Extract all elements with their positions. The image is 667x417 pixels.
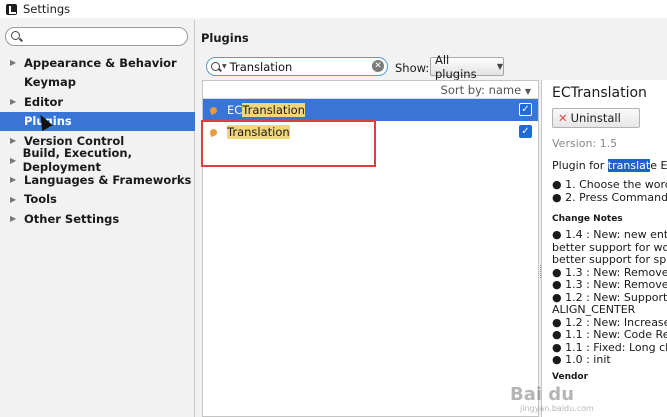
sort-by-label: Sort by: name: [440, 83, 522, 97]
highlight-annotation-box: [201, 120, 376, 167]
settings-tree: ▶ Appearance & Behavior Keymap ▶ Editor …: [0, 53, 195, 229]
expand-arrow-icon[interactable]: ▶: [10, 58, 24, 67]
plugin-detail-title: ECTranslation: [552, 85, 647, 101]
list-item: ALIGN_CENTER: [552, 303, 636, 316]
chevron-down-icon: ▼: [524, 87, 531, 96]
list-item: ● 1.3 : New: Remove me: [552, 278, 667, 291]
sidebar-item-tools[interactable]: ▶ Tools: [0, 190, 195, 210]
expand-arrow-icon[interactable]: ▶: [10, 175, 24, 184]
sidebar-item-appearance-behavior[interactable]: ▶ Appearance & Behavior: [0, 53, 195, 73]
show-label: Show:: [395, 61, 430, 75]
plugin-version: Version: 1.5: [552, 137, 618, 150]
list-item: ● 1.1 : New: Code Refac: [552, 328, 667, 341]
list-item: ● 1.4 : New: new entranc: [552, 228, 667, 241]
sidebar-item-label: Keymap: [24, 75, 76, 90]
clear-search-icon[interactable]: ✕: [372, 60, 384, 72]
settings-search-input[interactable]: [5, 27, 188, 46]
sidebar-item-other-settings[interactable]: ▶ Other Settings: [0, 209, 195, 229]
list-item: better support for split: [552, 253, 667, 266]
sidebar-item-label: Build, Execution, Deployment: [22, 146, 132, 175]
uninstall-label: Uninstall: [570, 111, 621, 125]
expand-arrow-icon[interactable]: ▶: [10, 195, 24, 204]
plugin-name: ECTranslation: [227, 103, 305, 117]
plugin-search-value: Translation: [229, 59, 293, 74]
list-item: ● 1. Choose the word yo: [552, 178, 667, 191]
window-title: Settings: [23, 2, 71, 16]
search-match-highlight: Translation: [242, 103, 305, 117]
search-icon: [11, 31, 20, 40]
sidebar-item-label: Appearance & Behavior: [24, 55, 177, 70]
list-item: ● 1.0 : init: [552, 353, 611, 366]
sidebar-item-label: Other Settings: [24, 211, 120, 226]
uninstall-button[interactable]: ✕ Uninstall: [552, 108, 640, 128]
settings-sidebar: ▶ Appearance & Behavior Keymap ▶ Editor …: [0, 20, 195, 417]
window-titlebar: Settings: [0, 0, 667, 18]
sidebar-item-editor[interactable]: ▶ Editor: [0, 92, 195, 112]
sidebar-item-label: Editor: [24, 94, 64, 109]
plugin-enabled-checkbox[interactable]: ✓: [519, 125, 532, 138]
expand-arrow-icon[interactable]: ▶: [10, 97, 24, 106]
sidebar-item-keymap[interactable]: Keymap: [0, 73, 195, 93]
sidebar-item-languages-frameworks[interactable]: ▶ Languages & Frameworks: [0, 170, 195, 190]
sidebar-item-plugins[interactable]: Plugins: [0, 111, 195, 131]
plugin-detail-pane: ECTranslation ✕ Uninstall Version: 1.5 P…: [541, 80, 667, 417]
plugin-row-ectranslation[interactable]: ECTranslation ✓: [203, 99, 538, 121]
plugin-description: Plugin for translate Englis: [552, 159, 667, 172]
sidebar-item-label: Languages & Frameworks: [24, 172, 192, 187]
search-history-dropdown-icon[interactable]: ▼: [222, 63, 227, 70]
watermark-url: jingyan.baidu.com: [520, 404, 594, 413]
sort-by-menu[interactable]: Sort by: name ▼: [203, 81, 538, 99]
plugin-icon: [209, 105, 220, 116]
expand-arrow-icon[interactable]: ▶: [10, 156, 23, 165]
usage-steps: ● 1. Choose the word yo ● 2. Press Comma…: [552, 178, 667, 204]
expand-arrow-icon[interactable]: ▶: [10, 136, 24, 145]
selected-text: translat: [607, 159, 651, 172]
vendor-heading: Vendor: [552, 371, 589, 382]
show-filter-select[interactable]: All plugins ▼: [430, 53, 504, 81]
list-item: ● 2. Press Command +: [552, 191, 667, 204]
plugin-search-input[interactable]: ▼ Translation ✕: [206, 57, 388, 76]
chevron-down-icon: ▼: [496, 62, 503, 71]
show-filter-value: All plugins: [435, 52, 477, 81]
plugins-panel: Plugins ▼ Translation ✕ Show: All plugin…: [196, 20, 667, 417]
close-icon: ✕: [558, 111, 568, 125]
sidebar-item-label: Tools: [24, 192, 57, 207]
intellij-app-icon: [6, 3, 17, 15]
expand-arrow-icon[interactable]: ▶: [10, 214, 24, 223]
change-notes-heading: Change Notes: [552, 214, 623, 224]
search-icon: [211, 62, 220, 71]
page-title: Plugins: [201, 31, 249, 45]
change-notes-list: ● 1.4 : New: new entranc better support …: [552, 228, 667, 367]
plugin-enabled-checkbox[interactable]: ✓: [519, 103, 532, 116]
sidebar-item-build-execution-deployment[interactable]: ▶ Build, Execution, Deployment: [0, 146, 195, 174]
